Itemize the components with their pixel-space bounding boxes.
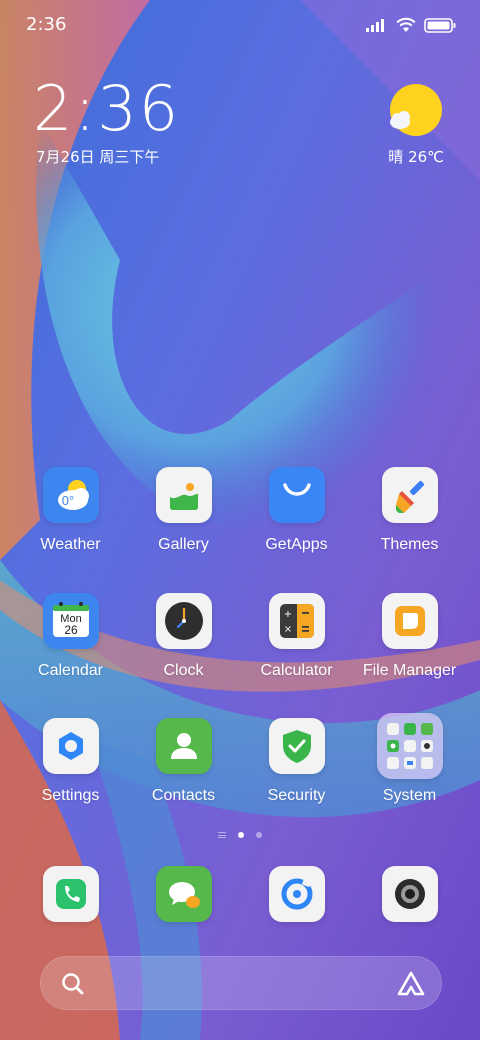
search-bar[interactable]: [40, 956, 442, 1010]
camera-icon: [381, 866, 438, 922]
page-dot-active: [238, 832, 244, 838]
calculator-icon: + ×: [268, 593, 325, 649]
settings-icon: [42, 718, 99, 774]
themes-icon: [381, 467, 438, 523]
app-label-themes: Themes: [380, 536, 439, 553]
app-label-settings: Settings: [41, 787, 100, 804]
page-dot: [256, 832, 262, 838]
svg-text:+: +: [283, 609, 291, 620]
app-calculator[interactable]: + × Calculator: [240, 593, 353, 680]
battery-icon: [424, 17, 456, 33]
weather-badge: 0°: [61, 493, 73, 508]
app-label-system: System: [382, 787, 437, 804]
browser-icon: [268, 866, 325, 922]
app-label-calculator: Calculator: [260, 662, 333, 679]
dock-phone[interactable]: [14, 866, 127, 922]
app-calendar[interactable]: Mon 26 Calendar: [14, 593, 127, 680]
feed-page-indicator-icon: [218, 832, 226, 838]
weather-widget[interactable]: 晴 26℃: [374, 82, 444, 172]
app-label-file-manager: File Manager: [362, 662, 457, 679]
app-weather[interactable]: 0° Weather: [14, 467, 127, 554]
sun-icon: [390, 84, 442, 136]
app-contacts[interactable]: Contacts: [127, 718, 240, 805]
file-manager-icon: [381, 593, 438, 649]
getapps-icon: [268, 467, 325, 523]
weather-condition-temp: 晴 26℃: [388, 148, 444, 166]
app-label-calendar: Calendar: [38, 662, 103, 679]
app-gallery[interactable]: Gallery: [127, 467, 240, 554]
app-label-security: Security: [267, 787, 326, 804]
search-icon: [62, 973, 84, 995]
app-label-gallery: Gallery: [158, 536, 209, 553]
calendar-icon: Mon 26: [42, 593, 99, 649]
app-system-folder[interactable]: System: [353, 713, 466, 805]
calendar-day-number: 26: [64, 623, 78, 637]
system-folder-icon: [376, 713, 443, 779]
page-indicator[interactable]: [0, 828, 480, 842]
svg-text:×: ×: [283, 624, 291, 635]
wifi-icon: [396, 17, 416, 32]
messages-icon: [155, 866, 212, 922]
app-label-getapps: GetApps: [265, 536, 328, 553]
contacts-icon: [155, 718, 212, 774]
assistant-icon[interactable]: [396, 970, 426, 998]
status-time: 2:36: [26, 14, 67, 35]
app-file-manager[interactable]: File Manager: [353, 593, 466, 680]
phone-icon: [42, 866, 99, 922]
app-security[interactable]: Security: [240, 718, 353, 805]
app-label-clock: Clock: [163, 662, 204, 679]
dock-messages[interactable]: [127, 866, 240, 922]
app-themes[interactable]: Themes: [353, 467, 466, 554]
app-clock[interactable]: Clock: [127, 593, 240, 680]
app-getapps[interactable]: GetApps: [240, 467, 353, 554]
clock-widget-date: 7月26日 周三下午: [36, 148, 160, 166]
clock-widget-time[interactable]: 2:36: [33, 78, 180, 140]
dock-camera[interactable]: [353, 866, 466, 922]
status-bar: 2:36: [0, 0, 480, 50]
dock-browser[interactable]: [240, 866, 353, 922]
app-settings[interactable]: Settings: [14, 718, 127, 805]
clock-icon: [155, 593, 212, 649]
app-label-contacts: Contacts: [151, 787, 216, 804]
signal-icon: [366, 19, 384, 32]
weather-icon: 0°: [42, 467, 99, 523]
gallery-icon: [155, 467, 212, 523]
security-icon: [268, 718, 325, 774]
app-label-weather: Weather: [40, 536, 101, 553]
